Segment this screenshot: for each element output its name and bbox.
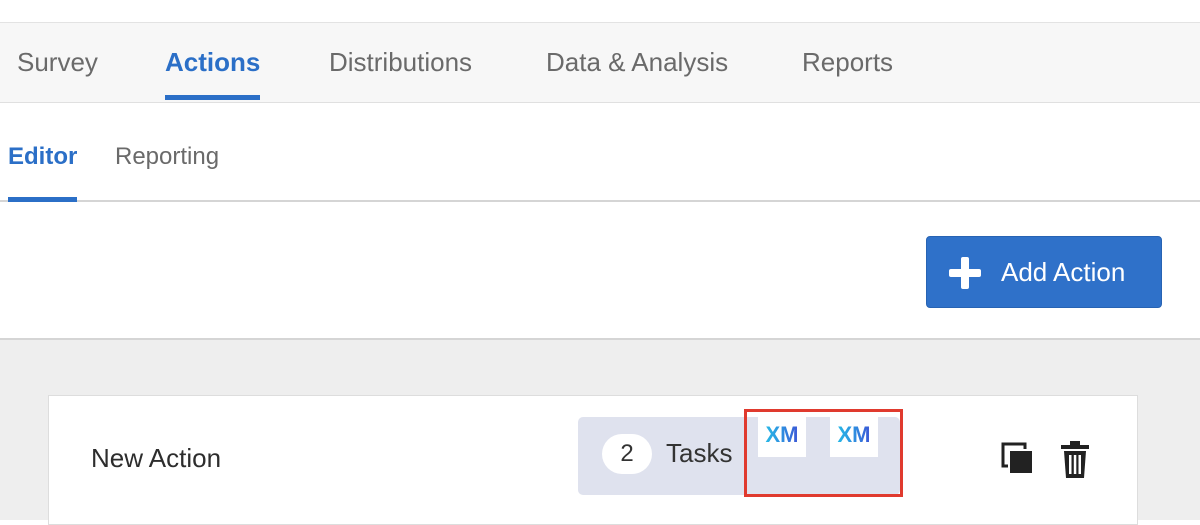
tab-reports[interactable]: Reports: [802, 47, 893, 77]
tab-actions[interactable]: Actions: [165, 47, 261, 100]
copy-icon[interactable]: [999, 440, 1039, 480]
sub-nav: Editor Reporting: [0, 103, 1200, 202]
task-count-badge: 2: [602, 434, 652, 474]
subtab-editor[interactable]: Editor: [8, 143, 78, 202]
actions-list: New Action 2 Tasks XM XM: [0, 340, 1200, 525]
top-strip: [0, 0, 1200, 23]
tasks-label: Tasks: [666, 438, 733, 468]
trash-icon[interactable]: [1055, 440, 1095, 480]
highlight-box: [744, 409, 903, 497]
main-nav: Survey Actions Distributions Data & Anal…: [0, 23, 1200, 103]
tab-data-analysis[interactable]: Data & Analysis: [546, 47, 728, 77]
add-action-label: Add Action: [1001, 257, 1126, 287]
action-card[interactable]: New Action 2 Tasks XM XM: [48, 395, 1138, 525]
actions-toolbar: Add Action: [0, 202, 1200, 340]
tab-distributions[interactable]: Distributions: [329, 47, 472, 77]
tab-survey[interactable]: Survey: [17, 47, 98, 77]
plus-icon: [949, 257, 981, 289]
add-action-button[interactable]: Add Action: [926, 236, 1162, 308]
action-name: New Action: [91, 443, 222, 473]
subtab-reporting[interactable]: Reporting: [115, 143, 219, 171]
